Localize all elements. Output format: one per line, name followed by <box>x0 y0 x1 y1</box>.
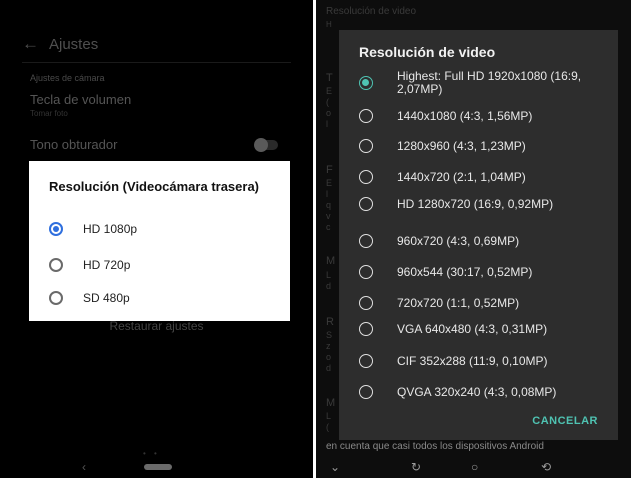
resolution-option[interactable]: 1440x720 (2:1, 1,04MP) <box>359 170 614 184</box>
option-label: 1440x720 (2:1, 1,04MP) <box>397 169 526 184</box>
bg-letter: R <box>326 316 334 328</box>
radio-selected-icon[interactable] <box>49 222 63 236</box>
option-label: VGA 640x480 (4:3, 0,31MP) <box>397 321 548 336</box>
resolution-option-sd480[interactable]: SD 480p <box>49 291 130 305</box>
resolution-option-hd720[interactable]: HD 720p <box>49 258 130 272</box>
bg-sub: H <box>326 20 332 29</box>
video-resolution-screen: Resolución de video H T E ( o l F E l q … <box>316 0 631 478</box>
resolution-option[interactable]: HD 1280x720 (16:9, 0,92MP) <box>359 197 614 211</box>
radio-unselected-icon[interactable] <box>359 265 373 279</box>
radio-unselected-icon[interactable] <box>359 322 373 336</box>
screen-rotate-icon[interactable]: ⟲ <box>541 460 551 474</box>
bg-letter: L <box>326 270 332 280</box>
bg-letter: o <box>326 352 332 362</box>
dialog-title: Resolución de video <box>359 44 496 60</box>
resolution-option-hd1080[interactable]: HD 1080p <box>49 222 137 236</box>
option-label: 1440x1080 (4:3, 1,56MP) <box>397 108 533 123</box>
radio-unselected-icon[interactable] <box>359 296 373 310</box>
bg-letter: ( <box>326 422 329 432</box>
bg-letter: l <box>326 189 328 199</box>
radio-unselected-icon[interactable] <box>359 385 373 399</box>
option-label: SD 480p <box>83 291 130 305</box>
restore-settings-button[interactable]: Restaurar ajustes <box>0 319 313 333</box>
home-circle-icon[interactable]: ○ <box>471 460 478 474</box>
dialog-title: Resolución (Videocámara trasera) <box>49 179 260 194</box>
shutter-sound-toggle[interactable] <box>254 138 278 152</box>
option-label: 1280x960 (4:3, 1,23MP) <box>397 138 526 153</box>
bg-title: Resolución de video <box>326 6 417 17</box>
dialog-footer: CANCELAR <box>339 402 618 440</box>
camera-settings-screen: ← Ajustes Ajustes de cámara Tecla de vol… <box>0 0 313 478</box>
bg-letter: o <box>326 108 332 118</box>
radio-unselected-icon[interactable] <box>359 234 373 248</box>
home-pill-icon[interactable] <box>144 464 172 470</box>
resolution-option[interactable]: VGA 640x480 (4:3, 0,31MP) <box>359 322 614 336</box>
bg-letter: q <box>326 200 332 210</box>
bg-letter: F <box>326 164 333 176</box>
radio-unselected-icon[interactable] <box>49 258 63 272</box>
rotate-icon[interactable]: ↻ <box>411 460 421 474</box>
bg-letter: z <box>326 341 331 351</box>
resolution-option[interactable]: Highest: Full HD 1920x1080 (16:9, 2,07MP… <box>359 70 614 96</box>
option-label: HD 1280x720 (16:9, 0,92MP) <box>397 196 554 211</box>
radio-unselected-icon[interactable] <box>359 354 373 368</box>
radio-unselected-icon[interactable] <box>359 109 373 123</box>
resolution-option[interactable]: 720x720 (1:1, 0,52MP) <box>359 296 614 310</box>
radio-unselected-icon[interactable] <box>49 291 63 305</box>
bg-letter: L <box>326 411 332 421</box>
option-label: Highest: Full HD 1920x1080 (16:9, 2,07MP… <box>397 69 582 96</box>
option-label: 720x720 (1:1, 0,52MP) <box>397 295 520 310</box>
arrow-left-icon[interactable]: ← <box>22 34 39 54</box>
back-chevron-icon[interactable]: ‹ <box>82 460 86 474</box>
resolution-option[interactable]: QVGA 320x240 (4:3, 0,08MP) <box>359 385 614 399</box>
radio-unselected-icon[interactable] <box>359 197 373 211</box>
resolution-option[interactable]: 1440x1080 (4:3, 1,56MP) <box>359 109 614 123</box>
resolution-list-dialog: Resolución de video Highest: Full HD 192… <box>339 30 618 440</box>
settings-title: Ajustes <box>49 35 99 53</box>
bg-letter: d <box>326 363 332 373</box>
volume-key-setting[interactable]: Tecla de volumen <box>30 92 131 107</box>
resolution-option[interactable]: 960x720 (4:3, 0,69MP) <box>359 234 614 248</box>
bg-description-text: en cuenta que casi todos los dispositivo… <box>326 441 544 452</box>
bg-letter: c <box>326 222 331 232</box>
option-label: CIF 352x288 (11:9, 0,10MP) <box>397 353 548 368</box>
bg-letter: d <box>326 281 332 291</box>
radio-unselected-icon[interactable] <box>359 170 373 184</box>
bg-letter: E <box>326 86 333 96</box>
shutter-sound-setting[interactable]: Tono obturador <box>30 137 117 152</box>
bg-letter: M <box>326 255 336 267</box>
volume-key-value: Tomar foto <box>30 109 68 118</box>
bg-letter: E <box>326 178 333 188</box>
resolution-option[interactable]: 1280x960 (4:3, 1,23MP) <box>359 139 614 153</box>
settings-header: ← Ajustes <box>22 34 98 54</box>
resolution-option[interactable]: CIF 352x288 (11:9, 0,10MP) <box>359 354 614 368</box>
divider <box>22 62 291 63</box>
option-label: 960x544 (30:17, 0,52MP) <box>397 264 533 279</box>
option-label: 960x720 (4:3, 0,69MP) <box>397 233 520 248</box>
radio-unselected-icon[interactable] <box>359 139 373 153</box>
bg-letter: l <box>326 119 328 129</box>
option-label: HD 720p <box>83 258 131 272</box>
resolution-option[interactable]: 960x544 (30:17, 0,52MP) <box>359 265 614 279</box>
cancel-button[interactable]: CANCELAR <box>532 415 598 427</box>
scroll-dots: • • <box>143 449 160 458</box>
bg-letter: S <box>326 330 333 340</box>
chevron-down-icon[interactable]: ⌄ <box>330 460 340 474</box>
section-label: Ajustes de cámara <box>30 73 105 83</box>
option-label: HD 1080p <box>83 222 138 236</box>
navigation-bar: ⌄ ↻ ○ ⟲ <box>316 456 631 478</box>
video-resolution-dialog: Resolución (Videocámara trasera) HD 1080… <box>29 161 290 321</box>
bg-letter: M <box>326 397 336 409</box>
bg-letter: v <box>326 211 331 221</box>
bg-letter: ( <box>326 97 329 107</box>
bg-letter: T <box>326 72 333 84</box>
radio-selected-icon[interactable] <box>359 76 373 90</box>
option-label: QVGA 320x240 (4:3, 0,08MP) <box>397 384 557 399</box>
